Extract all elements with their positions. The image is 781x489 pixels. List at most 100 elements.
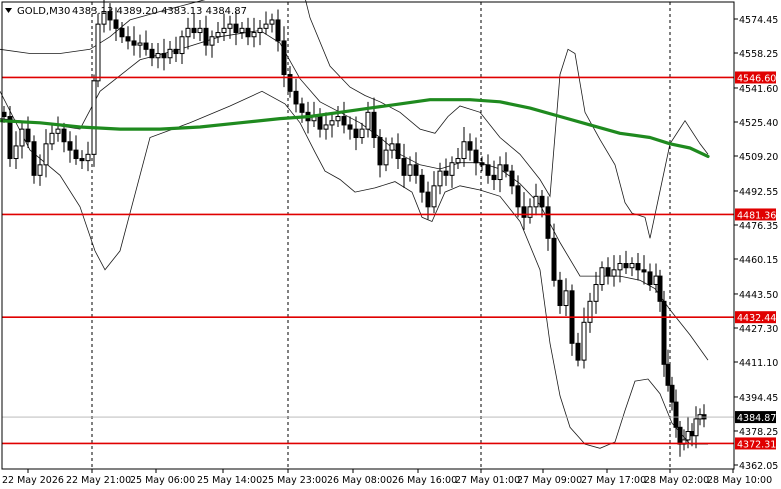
candle-body [467, 141, 473, 151]
candle-body [215, 32, 221, 38]
candle-body [551, 237, 557, 281]
candle [221, 13, 227, 41]
candle-body [167, 48, 173, 59]
candle [37, 154, 43, 186]
candle-body [657, 275, 663, 302]
candle [569, 284, 575, 356]
candle [677, 421, 683, 457]
candle-body [43, 143, 49, 166]
candle [587, 292, 593, 333]
candle-body [371, 111, 377, 139]
candle [191, 13, 197, 39]
candle [593, 271, 599, 314]
candle-body [263, 23, 269, 29]
candle-body [389, 143, 395, 151]
candle-body [61, 128, 67, 143]
candle-body [251, 32, 257, 38]
candle-body [281, 40, 287, 76]
bollinger-middle [0, 29, 709, 361]
candle [155, 43, 161, 69]
candle-body [617, 263, 623, 271]
y-tick-label: 4492.55 [739, 187, 778, 198]
candle-body [85, 153, 91, 162]
candle [371, 97, 377, 149]
candle-body [599, 267, 605, 286]
candle-body [55, 128, 61, 134]
candle-body [347, 124, 353, 130]
candle-body [677, 426, 683, 445]
candle-body [647, 271, 653, 286]
candle [149, 43, 155, 67]
candle [55, 116, 61, 142]
candle [143, 30, 149, 56]
candle [455, 148, 461, 170]
candle [693, 406, 699, 449]
candle [545, 196, 551, 251]
candle-body [593, 284, 599, 302]
candle-body [449, 162, 455, 176]
candle-body [587, 300, 593, 323]
candle [293, 78, 299, 113]
candle-body [455, 158, 461, 164]
candle-body [629, 263, 635, 269]
candle [557, 271, 563, 314]
candle [461, 127, 467, 167]
candle-body [245, 27, 251, 38]
candle-body [323, 124, 329, 130]
candle [335, 106, 341, 128]
candle-body [581, 321, 587, 361]
candle [173, 36, 179, 62]
candle [533, 183, 539, 216]
candle-body [143, 42, 149, 50]
candle [299, 97, 305, 123]
candle [43, 129, 49, 178]
candle-body [611, 269, 617, 277]
candle [67, 131, 73, 163]
candle-body [353, 128, 359, 139]
candle-body [407, 164, 413, 176]
candle-body [49, 132, 55, 145]
candle [497, 156, 503, 193]
candle-body [473, 149, 479, 164]
dropdown-triangle-icon[interactable] [5, 8, 12, 13]
current-price-label: 4384.87 [737, 413, 776, 424]
candle [431, 171, 437, 214]
candle-body [113, 19, 119, 29]
candle [19, 120, 25, 159]
candle-body [209, 36, 215, 46]
candle [383, 137, 389, 172]
candle-body [25, 128, 31, 143]
candle-body [31, 141, 37, 176]
candle [437, 162, 443, 195]
x-tick-label: 25 May 23:00 [262, 475, 327, 486]
candle [673, 389, 679, 438]
candle [7, 106, 13, 167]
moving-average [0, 98, 710, 158]
candle [13, 131, 19, 170]
candle-body [413, 164, 419, 176]
x-tick-label: 22 May 2026 [2, 475, 64, 486]
candle-body [461, 141, 467, 160]
candle-body [437, 170, 443, 187]
level-label: 4432.44 [737, 313, 776, 324]
candle-body [503, 164, 509, 172]
y-tick-label: 4378.25 [739, 427, 778, 438]
y-tick-label: 4558.25 [739, 49, 778, 60]
y-tick-label: 4541.60 [739, 84, 778, 95]
candle [185, 17, 191, 50]
candle-body [1, 111, 7, 118]
candle [701, 404, 707, 428]
y-tick-label: 4427.30 [739, 324, 778, 335]
candle-body [275, 19, 281, 42]
candle-body [533, 195, 539, 208]
candle-body [67, 141, 73, 151]
candle-body [479, 162, 485, 166]
candle [473, 137, 479, 176]
x-tick-label: 25 May 14:00 [197, 475, 262, 486]
candle-body [527, 206, 533, 218]
candle-body [185, 27, 191, 38]
candle [665, 349, 671, 392]
candle [209, 30, 215, 58]
candle-body [119, 27, 125, 38]
bollinger-upper [0, 0, 709, 239]
